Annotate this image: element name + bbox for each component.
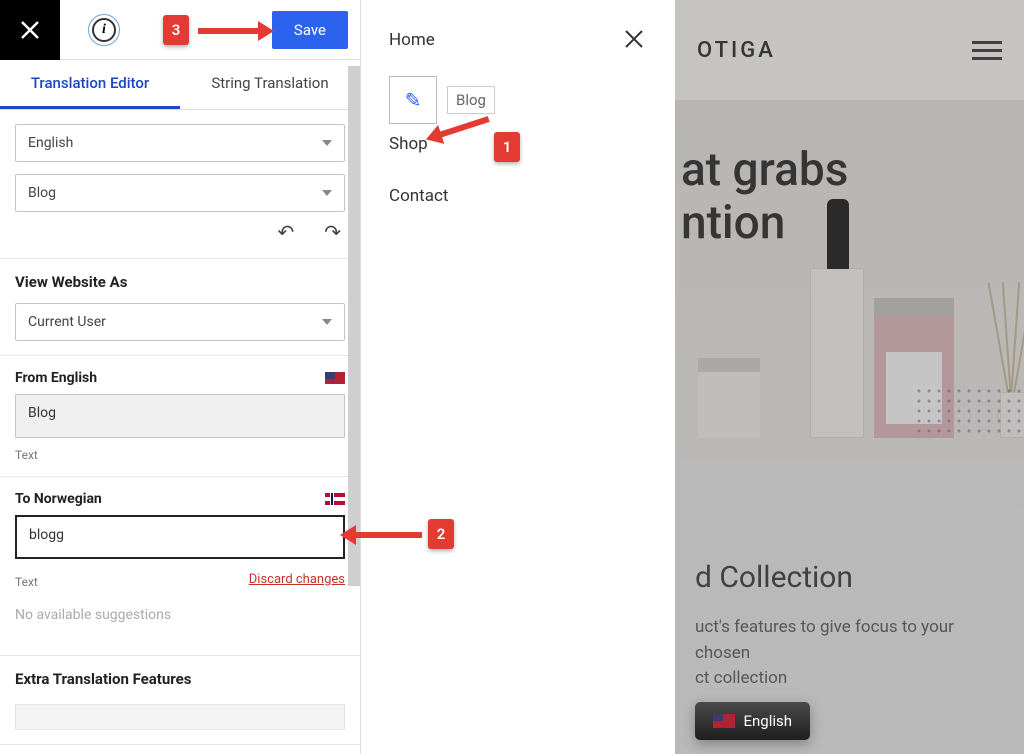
preview-dim-overlay: [675, 0, 1024, 754]
editor-tabs: Translation Editor String Translation: [0, 60, 360, 110]
view-as-section: View Website As Current User: [0, 259, 360, 356]
close-icon: [623, 28, 645, 50]
close-editor-button[interactable]: [0, 0, 60, 60]
no-suggestions-text: No available suggestions: [15, 589, 345, 623]
menu-close-button[interactable]: [623, 28, 645, 56]
source-select-section: English Blog ↶ ↷: [0, 110, 360, 259]
extra-features-placeholder: [15, 704, 345, 730]
language-switcher-label: English: [743, 712, 792, 730]
from-label: From English: [15, 370, 97, 386]
from-section: From English Text: [0, 356, 360, 477]
annotation-badge-1: 1: [494, 132, 520, 162]
view-as-heading: View Website As: [15, 273, 345, 291]
language-select[interactable]: English: [15, 124, 345, 162]
language-switcher-button[interactable]: English: [695, 702, 810, 740]
menu-item-blog[interactable]: Blog: [447, 86, 495, 114]
mobile-menu-panel: Home ✎ Blog Shop Contact: [361, 0, 675, 754]
save-button[interactable]: Save: [272, 11, 348, 49]
discard-changes-link[interactable]: Discard changes: [249, 572, 345, 587]
to-type-label: Text: [15, 575, 38, 589]
translation-sidebar: i Save Translation Editor String Transla…: [0, 0, 361, 754]
to-label: To Norwegian: [15, 491, 102, 507]
to-section: To Norwegian Text Discard changes No ava…: [0, 477, 360, 627]
extra-features-section: Extra Translation Features: [0, 655, 360, 745]
view-as-value: Current User: [28, 314, 106, 330]
sidebar-scrollbar[interactable]: [348, 66, 360, 586]
chevron-down-icon: [322, 140, 332, 146]
extra-features-heading: Extra Translation Features: [15, 670, 345, 688]
string-select-value: Blog: [28, 185, 56, 201]
tab-string-translation[interactable]: String Translation: [180, 60, 360, 109]
string-select[interactable]: Blog: [15, 174, 345, 212]
tab-translation-editor[interactable]: Translation Editor: [0, 60, 180, 109]
annotation-badge-3: 3: [163, 15, 189, 45]
annotation-arrow-icon: [354, 532, 422, 538]
language-select-value: English: [28, 135, 73, 151]
redo-button[interactable]: ↷: [324, 220, 341, 244]
pencil-icon: ✎: [405, 88, 422, 112]
us-flag-icon: [713, 714, 735, 728]
chevron-down-icon: [322, 319, 332, 325]
chevron-down-icon: [322, 190, 332, 196]
edit-translation-button[interactable]: ✎: [389, 76, 437, 124]
close-icon: [19, 19, 41, 41]
no-flag-icon: [325, 493, 345, 505]
from-type-label: Text: [15, 448, 345, 462]
undo-button[interactable]: ↶: [277, 220, 294, 244]
annotation-arrow-icon: [198, 28, 260, 34]
to-textarea[interactable]: [15, 515, 345, 559]
site-preview: OTIGA at grabs ntion d Collection uct's …: [675, 0, 1024, 754]
annotation-badge-2: 2: [428, 519, 454, 549]
info-button[interactable]: i: [88, 14, 120, 46]
menu-item-contact[interactable]: Contact: [389, 186, 647, 206]
us-flag-icon: [325, 372, 345, 384]
from-textarea: [15, 394, 345, 438]
menu-item-home[interactable]: Home: [389, 30, 647, 50]
view-as-select[interactable]: Current User: [15, 303, 345, 341]
info-icon: i: [92, 18, 116, 42]
